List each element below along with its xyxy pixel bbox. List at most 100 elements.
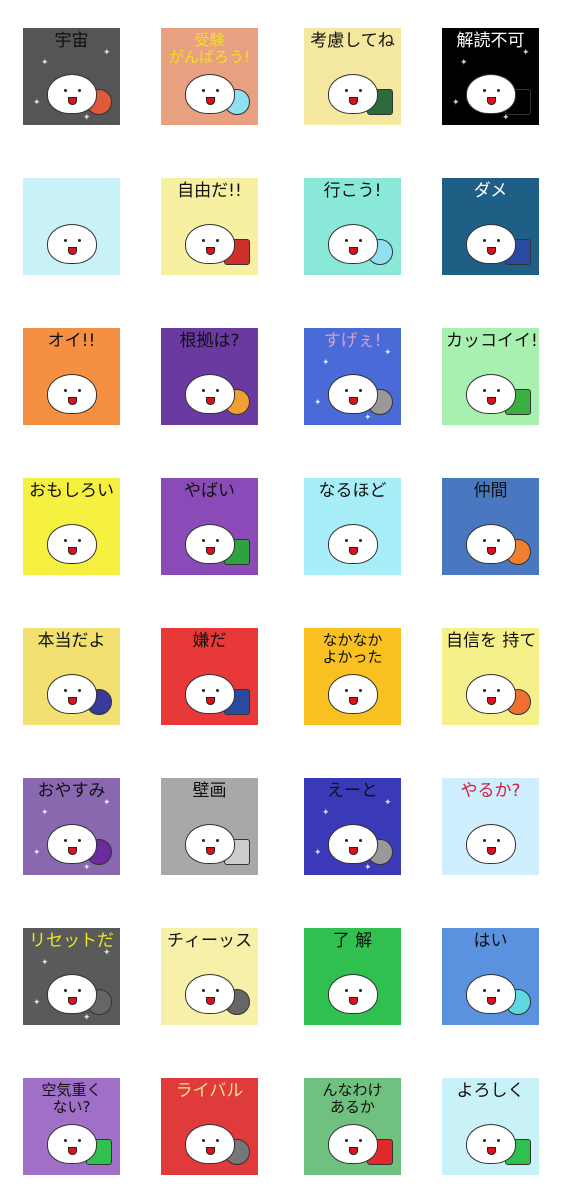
sticker-caption: 嫌だ (192, 631, 227, 651)
sparkle-icon: ✦ (460, 58, 468, 68)
white-blob-character (47, 374, 97, 414)
sticker-tile[interactable]: ✦ ✦ ✦ ✦ おやすみ (23, 778, 120, 875)
mouth-icon (349, 997, 358, 1005)
white-blob-character (185, 974, 235, 1014)
sticker-tile[interactable]: 行こう! (304, 178, 401, 275)
sticker-tile[interactable]: ライバル (161, 1078, 258, 1175)
mouth-icon (68, 847, 77, 855)
white-blob-character (328, 74, 378, 114)
white-blob-character (466, 974, 516, 1014)
sticker-tile[interactable]: 了 解 (304, 928, 401, 1025)
white-blob-character (328, 974, 378, 1014)
sticker-tile[interactable]: チィーッス (161, 928, 258, 1025)
sticker-tile[interactable]: なかなか よかった (304, 628, 401, 725)
sticker-tile[interactable]: 考慮してね (304, 28, 401, 125)
sparkle-icon: ✦ (83, 113, 91, 123)
sticker-tile[interactable]: ✦ ✦ ✦ ✦ 解読不可 (442, 28, 539, 125)
mouth-icon (206, 397, 215, 405)
sparkle-icon: ✦ (322, 358, 330, 368)
sticker-tile[interactable]: 自信を 持て (442, 628, 539, 725)
mouth-icon (68, 547, 77, 555)
white-blob-character (185, 674, 235, 714)
sticker-tile[interactable]: なるほど (304, 478, 401, 575)
mouth-icon (487, 247, 496, 255)
sticker-caption: よろしく (456, 1081, 525, 1101)
sticker-tile[interactable] (23, 178, 120, 275)
sticker-grid: ✦ ✦ ✦ ✦ 宇宙 受験 がんばろう! 考慮してね ✦ ✦ ✦ ✦ 解読不可 自由だ!! 行こう! ダメ オイ… (0, 0, 562, 1200)
mouth-icon (206, 697, 215, 705)
sticker-caption: 了 解 (332, 931, 373, 951)
sticker-tile[interactable]: んなわけ あるか (304, 1078, 401, 1175)
sparkle-icon: ✦ (314, 398, 322, 408)
sparkle-icon: ✦ (33, 98, 41, 108)
sticker-caption: 本当だよ (37, 631, 106, 651)
white-blob-character (466, 1124, 516, 1164)
white-blob-character (185, 224, 235, 264)
mouth-icon (349, 847, 358, 855)
mouth-icon (487, 697, 496, 705)
sticker-tile[interactable]: 仲間 (442, 478, 539, 575)
mouth-icon (68, 997, 77, 1005)
sticker-caption: 仲間 (473, 481, 508, 501)
sticker-caption: えーと (327, 781, 378, 801)
sticker-tile[interactable]: ✦ ✦ ✦ ✦ リセットだ (23, 928, 120, 1025)
sparkle-icon: ✦ (33, 998, 41, 1008)
white-blob-character (185, 824, 235, 864)
sticker-caption: おやすみ (37, 781, 106, 801)
mouth-icon (487, 1147, 496, 1155)
white-blob-character (328, 224, 378, 264)
white-blob-character (47, 974, 97, 1014)
sticker-caption: 解読不可 (456, 31, 525, 51)
sticker-tile[interactable]: よろしく (442, 1078, 539, 1175)
mouth-icon (349, 247, 358, 255)
sticker-caption: おもしろい (29, 481, 114, 501)
mouth-icon (206, 547, 215, 555)
sticker-tile[interactable]: ✦ ✦ ✦ ✦ すげぇ! (304, 328, 401, 425)
sparkle-icon: ✦ (364, 413, 372, 423)
sticker-caption: なかなか よかった (322, 631, 383, 666)
sticker-caption: 壁画 (192, 781, 227, 801)
white-blob-character (328, 1124, 378, 1164)
sticker-tile[interactable]: オイ!! (23, 328, 120, 425)
mouth-icon (206, 97, 215, 105)
sticker-caption: 自由だ!! (177, 181, 242, 201)
sticker-caption: 考慮してね (310, 31, 395, 51)
sticker-tile[interactable]: やるか? (442, 778, 539, 875)
sticker-caption: チィーッス (167, 931, 252, 951)
sticker-tile[interactable]: 根拠は? (161, 328, 258, 425)
sticker-tile[interactable]: やばい (161, 478, 258, 575)
sticker-caption: 行こう! (323, 181, 382, 201)
sparkle-icon: ✦ (41, 58, 49, 68)
sticker-tile[interactable]: 壁画 (161, 778, 258, 875)
sticker-caption: やるか? (460, 781, 521, 801)
white-blob-character (466, 74, 516, 114)
sticker-tile[interactable]: カッコイイ! (442, 328, 539, 425)
sticker-tile[interactable]: ダメ (442, 178, 539, 275)
sticker-tile[interactable]: 本当だよ (23, 628, 120, 725)
mouth-icon (206, 997, 215, 1005)
white-blob-character (185, 1124, 235, 1164)
sparkle-icon: ✦ (83, 1013, 91, 1023)
sticker-tile[interactable]: 受験 がんばろう! (161, 28, 258, 125)
mouth-icon (487, 997, 496, 1005)
sticker-caption: リセットだ (29, 931, 114, 951)
sticker-tile[interactable]: おもしろい (23, 478, 120, 575)
mouth-icon (68, 397, 77, 405)
sticker-caption: ライバル (175, 1081, 244, 1101)
white-blob-character (328, 674, 378, 714)
sparkle-icon: ✦ (314, 848, 322, 858)
sticker-tile[interactable]: 空気重く ない? (23, 1078, 120, 1175)
sticker-tile[interactable]: ✦ ✦ ✦ ✦ えーと (304, 778, 401, 875)
sticker-tile[interactable]: 自由だ!! (161, 178, 258, 275)
sticker-tile[interactable]: はい (442, 928, 539, 1025)
mouth-icon (349, 697, 358, 705)
sticker-tile[interactable]: 嫌だ (161, 628, 258, 725)
sticker-tile[interactable]: ✦ ✦ ✦ ✦ 宇宙 (23, 28, 120, 125)
sticker-caption: オイ!! (47, 331, 96, 351)
mouth-icon (206, 247, 215, 255)
mouth-icon (68, 247, 77, 255)
mouth-icon (487, 397, 496, 405)
white-blob-character (328, 524, 378, 564)
mouth-icon (487, 847, 496, 855)
white-blob-character (47, 74, 97, 114)
